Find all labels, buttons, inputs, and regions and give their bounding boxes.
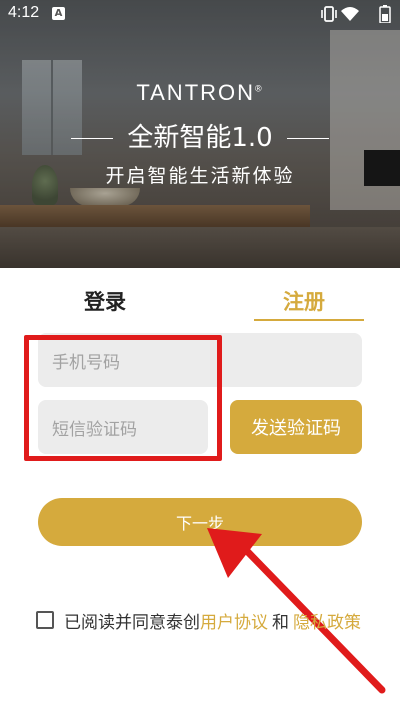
vibrate-icon [321,6,337,22]
headline-right-rule [286,137,329,140]
user-agreement-link[interactable]: 用户协议 [200,608,268,633]
agreement-conjunction: 和 [272,612,289,633]
headline-text: 全新智能1.0 [127,123,273,153]
agreement-row: 已阅读并同意泰创 用户协议和隐私政策 [36,608,361,633]
register-screen: TANTRON® 全新智能1.0 开启智能生活新体验 4:12 A 登录 注册 … [0,0,400,710]
headline: 全新智能1.0 [0,120,400,156]
status-bar: 4:12 A [0,0,400,28]
tab-login[interactable]: 登录 [60,286,150,316]
privacy-policy-link[interactable]: 隐私政策 [293,608,361,633]
send-code-button[interactable]: 发送验证码 [230,400,362,454]
subline: 开启智能生活新体验 [105,165,295,187]
agreement-prefix: 已阅读并同意泰创 [64,612,200,633]
notification-icon: A [52,7,65,20]
brand-registered-mark: ® [255,83,264,94]
next-button[interactable]: 下一步 [38,498,362,546]
brand-name: TANTRON [136,80,256,105]
wifi-icon [341,7,359,21]
brand-logo: TANTRON® [0,80,400,106]
annotation-highlight-box [24,335,222,461]
agreement-checkbox[interactable] [36,611,54,629]
tab-register[interactable]: 注册 [254,286,354,316]
status-time: 4:12 [8,4,40,21]
headline-left-rule [71,137,114,140]
hero-banner: TANTRON® 全新智能1.0 开启智能生活新体验 [0,0,400,268]
tab-active-indicator [254,319,364,321]
battery-icon [379,5,391,23]
